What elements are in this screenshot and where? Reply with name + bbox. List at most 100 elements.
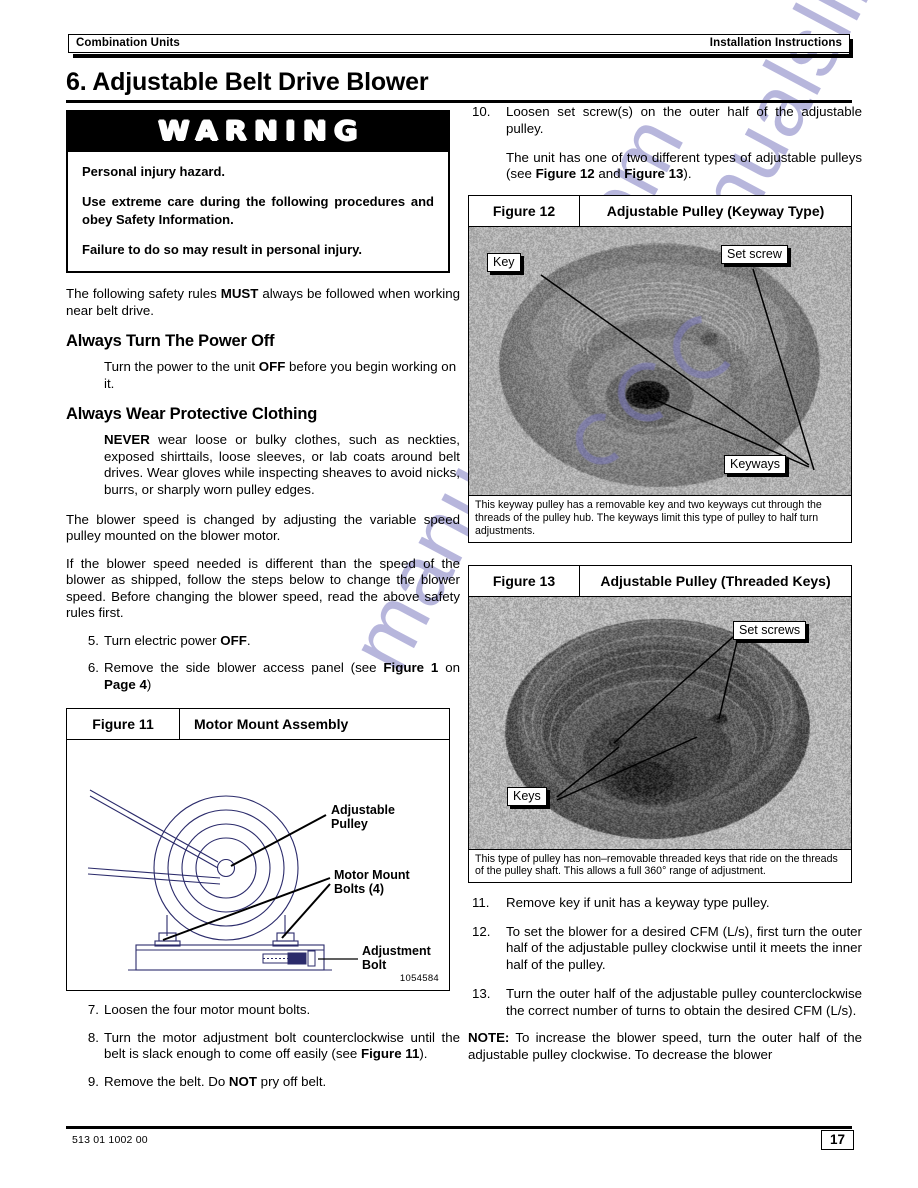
callout-set-screw: Set screw [721, 245, 788, 264]
step-number: 6. [75, 660, 99, 677]
steps-list-right-upper: 10. Loosen set screw(s) on the outer hal… [468, 104, 862, 138]
figure-13: Figure 13 Adjustable Pulley (Threaded Ke… [468, 565, 852, 883]
figure-11-diagram: Adjustable Pulley Motor Mount Bolts (4) … [67, 740, 449, 990]
header-right-text: Installation Instructions [710, 37, 842, 49]
figure-12: Figure 12 Adjustable Pulley (Keyway Type… [468, 195, 852, 542]
steps-list-lower: 7. Loosen the four motor mount bolts. 8.… [66, 1002, 460, 1091]
label-adjustable-pulley-line1: Adjustable [331, 803, 395, 817]
section-2-body: NEVER wear loose or bulky clothes, such … [104, 432, 460, 498]
step-number: 11. [472, 895, 500, 912]
figure-11-header: Figure 11 Motor Mount Assembly [67, 709, 449, 740]
paragraph-blower-speed: The blower speed is changed by adjusting… [66, 512, 460, 545]
figure-12-caption: This keyway pulley has a removable key a… [469, 495, 851, 541]
paragraph-change-speed: If the blower speed needed is different … [66, 556, 460, 622]
step-13: 13. Turn the outer half of the adjustabl… [468, 986, 862, 1020]
callout-key: Key [487, 253, 521, 272]
step-11: 11. Remove key if unit has a keyway type… [468, 895, 862, 912]
emphasis-off: OFF [259, 359, 286, 374]
warning-line-1: Personal injury hazard. [82, 163, 434, 180]
step-9: 9. Remove the belt. Do NOT pry off belt. [66, 1074, 460, 1091]
note-label: NOTE: [468, 1030, 509, 1045]
figure-12-header: Figure 12 Adjustable Pulley (Keyway Type… [469, 196, 851, 227]
figure-12-leaders [469, 227, 850, 495]
document-page: manualslib.com manualslib.com Combinatio… [0, 0, 918, 1188]
step-number: 7. [75, 1002, 99, 1019]
step-number: 10. [472, 104, 500, 121]
figure-11-title: Motor Mount Assembly [180, 709, 449, 739]
running-header: Combination Units Installation Instructi… [68, 34, 850, 54]
step-number: 8. [75, 1030, 99, 1047]
cross-ref-figure-11: Figure 11 [361, 1046, 419, 1061]
step-number: 5. [75, 633, 99, 650]
section-heading-protective-clothing: Always Wear Protective Clothing [66, 405, 460, 424]
figure-13-number: Figure 13 [469, 566, 580, 596]
cross-ref-figure-13: Figure 13 [624, 166, 683, 181]
steps-list-upper: 5. Turn electric power OFF. 6. Remove th… [66, 633, 460, 694]
step-7-text: Loosen the four motor mount bolts. [104, 1002, 310, 1017]
note-text: To increase the blower speed, turn the o… [468, 1030, 862, 1061]
step-number: 12. [472, 924, 500, 941]
left-column: WARNING Personal injury hazard. Use extr… [66, 110, 460, 1091]
callout-set-screws: Set screws [733, 621, 806, 640]
footer-rule [66, 1126, 852, 1129]
section-heading-power-off: Always Turn The Power Off [66, 332, 460, 351]
right-column: 10. Loosen set screw(s) on the outer hal… [468, 104, 862, 1063]
warning-box: WARNING Personal injury hazard. Use extr… [66, 110, 450, 273]
step-10: 10. Loosen set screw(s) on the outer hal… [468, 104, 862, 138]
header-left-text: Combination Units [76, 37, 180, 49]
step-13-text: Turn the outer half of the adjustable pu… [506, 986, 862, 1018]
title-rule [66, 100, 852, 103]
figure-13-header: Figure 13 Adjustable Pulley (Threaded Ke… [469, 566, 851, 597]
cross-ref-figure-1: Figure 1 [383, 660, 438, 675]
figure-11: Figure 11 Motor Mount Assembly Adjustabl… [66, 708, 450, 991]
warning-banner: WARNING [68, 112, 448, 152]
figure-12-number: Figure 12 [469, 196, 580, 226]
warning-line-2: Use extreme care during the following pr… [82, 193, 434, 228]
threaded-keys-pulley-photo: Set screws Keys [469, 597, 851, 849]
step-10-text: Loosen set screw(s) on the outer half of… [506, 104, 862, 136]
section-1-body: Turn the power to the unit OFF before yo… [104, 359, 460, 392]
steps-list-right-lower: 11. Remove key if unit has a keyway type… [468, 895, 862, 1020]
label-adjustable-pulley-line2: Pulley [331, 817, 368, 831]
callout-keyways: Keyways [724, 455, 786, 474]
step-11-text: Remove key if unit has a keyway type pul… [506, 895, 770, 910]
figure-13-title: Adjustable Pulley (Threaded Keys) [580, 566, 851, 596]
emphasis-off: OFF [220, 633, 247, 648]
warning-heading: WARNING [151, 116, 365, 147]
keyway-pulley-photo: Key Set screw Keyways [469, 227, 851, 495]
warning-line-3: Failure to do so may result in personal … [82, 241, 434, 258]
figure-13-photo: Set screws Keys [469, 597, 851, 849]
emphasis-not: NOT [229, 1074, 257, 1089]
figure-11-number: Figure 11 [67, 709, 180, 739]
step-12-text: To set the blower for a desired CFM (L/s… [506, 924, 862, 973]
step-5: 5. Turn electric power OFF. [66, 633, 460, 650]
cross-ref-figure-12: Figure 12 [536, 166, 595, 181]
label-adjustment-bolt-line1: Adjustment [362, 944, 432, 958]
label-adjustment-bolt-line2: Bolt [362, 958, 387, 972]
figure-12-title: Adjustable Pulley (Keyway Type) [580, 196, 851, 226]
step-12: 12. To set the blower for a desired CFM … [468, 924, 862, 974]
step-6: 6. Remove the side blower access panel (… [66, 660, 460, 694]
paragraph-pulley-types: The unit has one of two different types … [506, 150, 862, 183]
step-8: 8. Turn the motor adjustment bolt counte… [66, 1030, 460, 1064]
cross-ref-page-4: Page 4 [104, 677, 147, 692]
step-7: 7. Loosen the four motor mount bolts. [66, 1002, 460, 1019]
emphasis-never: NEVER [104, 432, 150, 447]
chapter-heading: 6. Adjustable Belt Drive Blower [66, 68, 852, 103]
page-title: 6. Adjustable Belt Drive Blower [66, 68, 852, 99]
step-number: 13. [472, 986, 500, 1003]
warning-body: Personal injury hazard. Use extreme care… [68, 152, 448, 271]
figure-12-photo: Key Set screw Keyways [469, 227, 851, 495]
figure-13-caption: This type of pulley has non–removable th… [469, 849, 851, 882]
footer-document-code: 513 01 1002 00 [72, 1134, 148, 1146]
callout-keys: Keys [507, 787, 547, 806]
step-number: 9. [75, 1074, 99, 1091]
figure-11-part-number: 1054584 [400, 973, 439, 984]
page-number: 17 [821, 1130, 854, 1150]
label-motor-mount-bolts-line2: Bolts (4) [334, 882, 384, 896]
emphasis-must: MUST [221, 286, 259, 301]
label-motor-mount-bolts-line1: Motor Mount [334, 868, 411, 882]
intro-paragraph: The following safety rules MUST always b… [66, 286, 460, 319]
motor-mount-assembly-drawing: Adjustable Pulley Motor Mount Bolts (4) … [67, 740, 449, 990]
final-note: NOTE: To increase the blower speed, turn… [468, 1030, 862, 1063]
